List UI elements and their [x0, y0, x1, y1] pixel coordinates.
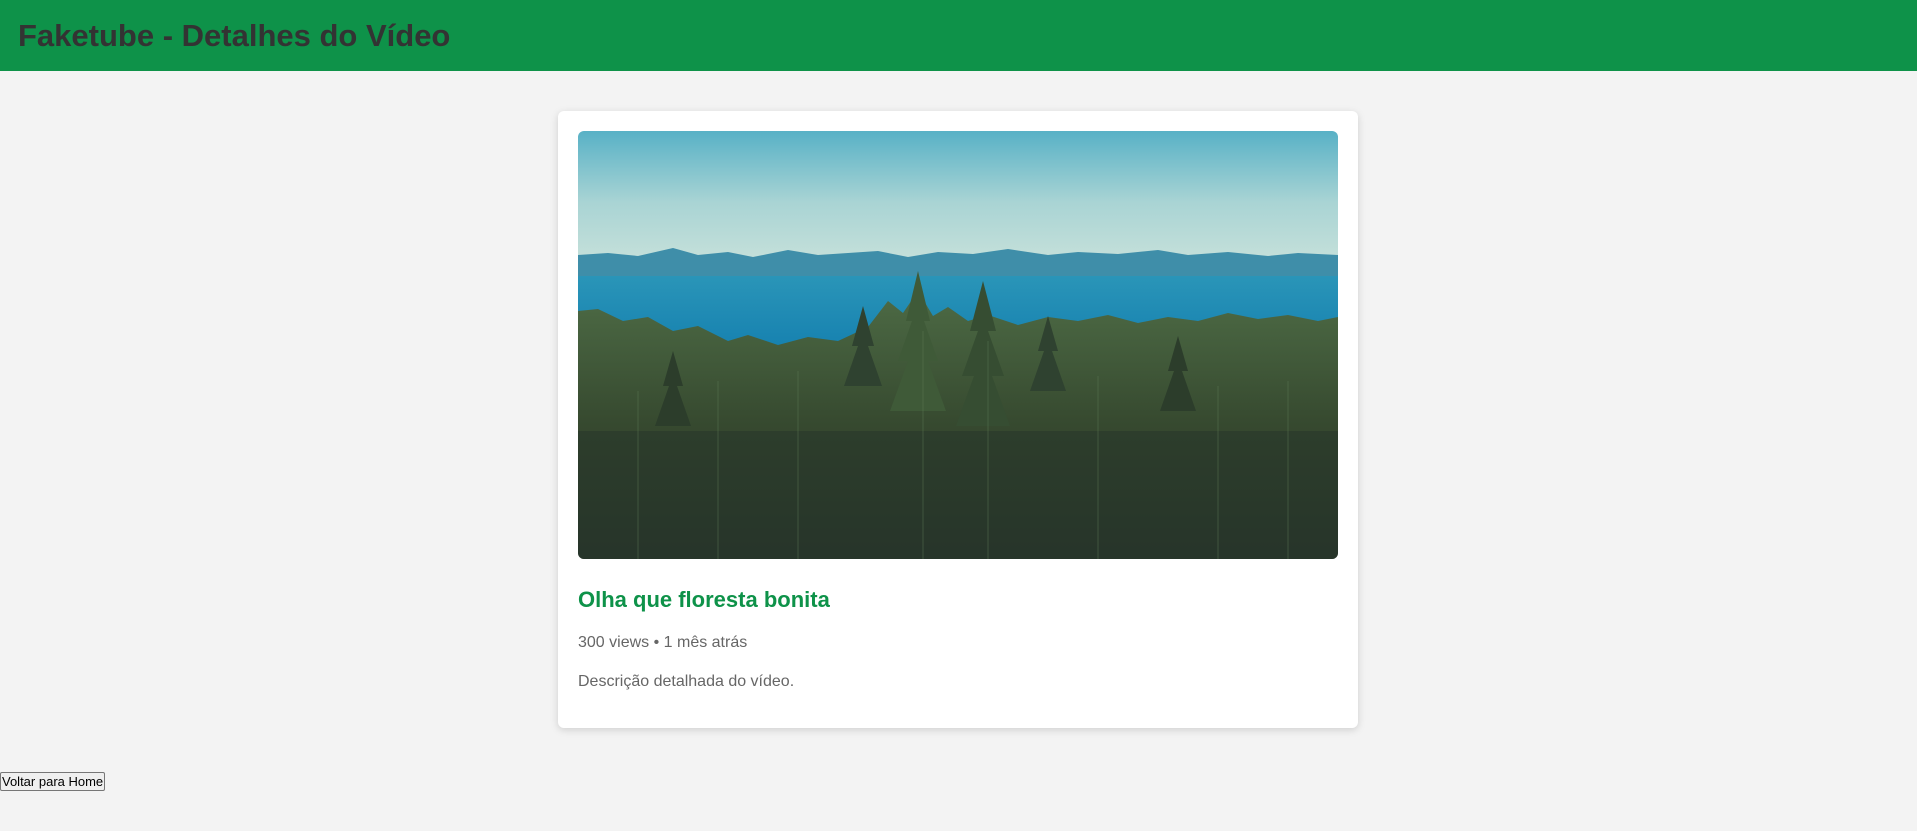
video-title: Olha que floresta bonita [578, 587, 830, 612]
back-home-button[interactable]: Voltar para Home [0, 772, 106, 791]
video-detail-card: Olha que floresta bonita 300 views • 1 m… [558, 111, 1358, 728]
forest-landscape-image [578, 131, 1338, 559]
app-header: Faketube - Detalhes do Vídeo [0, 0, 1917, 71]
video-description: Descrição detalhada do vídeo. [578, 673, 795, 690]
page-title: Faketube - Detalhes do Vídeo [18, 17, 451, 53]
video-meta: 300 views • 1 mês atrás [578, 634, 748, 651]
video-thumbnail[interactable] [578, 131, 1338, 559]
